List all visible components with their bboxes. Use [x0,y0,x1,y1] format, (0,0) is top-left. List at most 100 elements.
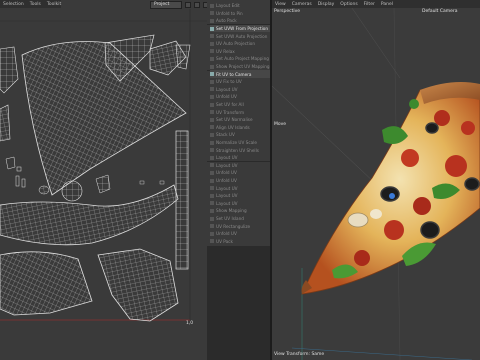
tools-menu-item-label: Unfold UV [216,170,237,176]
viewport-menu-item[interactable]: Panel [381,2,393,7]
tool-icon [210,110,214,115]
tool-icon [210,216,214,221]
tools-menu-item-label: Layout UV [216,162,238,168]
tools-menu-item[interactable]: Normalize UV Scale [210,139,270,147]
3d-viewport-panel[interactable]: View Cameras Display Options Filter Panel [272,0,480,360]
tools-menu-item-label: Set UV for All [216,102,244,108]
tools-menu-item[interactable]: UV Relax [210,48,270,56]
tools-menu-item[interactable]: Set UV Island [210,215,270,223]
viewport-menu-item[interactable]: Filter [364,2,375,7]
viewport-menu-item[interactable]: Display [318,2,335,7]
tool-icon [210,87,214,92]
tools-menu-item[interactable]: Set UVW Auto Projection [210,32,270,40]
tools-menu-item[interactable]: Unfold UV [210,93,270,101]
tool-icon [210,231,214,236]
tools-menu-item-label: Layout UV [216,86,238,92]
tool-icon [210,125,214,130]
tool-icon [210,163,214,168]
viewport-camera-label[interactable]: Default Camera [422,9,458,14]
tools-menu-item[interactable]: UV Auto Projection [210,40,270,48]
uv-island-crust-strip[interactable] [104,34,191,82]
tool-icon [210,26,214,31]
tools-menu-item-label: Show Project UV Mapping [216,64,270,70]
viewport-menu-item[interactable]: View [275,2,286,7]
uv-view-select[interactable]: Project [150,1,182,9]
tools-menu-item-label: UV Fix to UV [216,79,242,85]
tools-menu-item[interactable]: Set UV for All [210,101,270,109]
uv-menu-item[interactable]: Tools [30,2,41,7]
tools-menu-item[interactable]: UV Fix to UV [210,78,270,86]
tools-menu-item-label: Unfold UV [216,94,237,100]
viewport-canvas[interactable] [272,8,480,360]
pizza-slice-model[interactable] [301,82,480,295]
viewport-menu-item[interactable]: Cameras [292,2,312,7]
tools-menu-item-label: Auto Pack [216,18,237,24]
tools-menu-item[interactable]: Straighten UV Shells [210,146,270,154]
tools-menu-item-label: Straighten UV Shells [216,147,259,153]
uv-coordinate-readout: 1,0 [186,321,194,326]
tools-menu-item-label: UV Rectangulize [216,223,251,229]
tools-menu-item-label: UV Transform [216,109,245,115]
uv-menu-item[interactable]: Toolkit [47,2,61,7]
tool-icon [210,3,214,8]
tools-menu-item[interactable]: UV Transform [210,108,270,116]
tools-menu-item[interactable]: Layout UV [210,86,270,94]
tools-menu-item-label: Set UV Normalise [216,117,253,123]
tools-menu-item-label: Unfold UV [216,178,237,184]
uv-canvas[interactable] [0,9,207,360]
uv-island-crust-band[interactable] [0,184,179,246]
tool-icon [210,72,214,77]
tools-menu-item-label: Set UV Island [216,216,244,222]
tool-icon [210,102,214,107]
uv-menu-item[interactable]: Selection [3,2,24,7]
tools-menu-item-label: UV Relax [216,48,235,54]
uv-island-bottom-mid[interactable] [97,248,179,322]
viewport-menu-item[interactable]: Options [340,2,357,7]
tool-icon [210,117,214,122]
tool-icon [210,79,214,84]
tools-menu-item[interactable]: Layout Edit [210,2,270,10]
tools-menu-item-label: Normalize UV Scale [216,140,257,146]
tools-menu-item[interactable]: UV Pack [210,238,270,246]
tools-menu-item[interactable]: Unfold to Pin [210,10,270,18]
tools-menu-item[interactable]: Unfold UV [210,169,270,177]
uv-island-bottom-left[interactable] [0,251,93,316]
tools-menu-item-label: Layout UV [216,155,238,161]
tools-menu-item[interactable]: Align UV Islands [210,124,270,132]
tools-menu-item-label: Layout Edit [216,3,240,9]
tools-menu-item[interactable]: Layout UV [210,184,270,192]
tool-icon [210,94,214,99]
tools-menu-item[interactable]: Show Mapping [210,207,270,215]
tool-icon [210,34,214,39]
tools-menu-item[interactable]: Set UV Normalise [210,116,270,124]
tool-icon [210,64,214,69]
tools-menu-item[interactable]: Set UVW From Projection [210,24,270,33]
tools-menu-item[interactable]: Unfold UV [210,230,270,238]
tools-menu-item[interactable]: Fit UV to Camera [210,70,270,78]
tools-menu-item[interactable]: Unfold UV [210,177,270,185]
tool-icon [210,18,214,23]
tools-menu-item-label: Show Mapping [216,208,247,214]
tool-icon [210,201,214,206]
uv-grid-toggle-icon[interactable] [185,2,191,8]
tool-icon [210,239,214,244]
tools-menu-item[interactable]: Set Auto Project Mapping [210,55,270,63]
tools-menu-item[interactable]: UV Rectangulize [210,222,270,230]
tools-menu-item-label: UV Pack [216,238,233,244]
tools-menu-item[interactable]: Layout UV [210,200,270,208]
tool-icon [210,41,214,46]
tools-menu-item[interactable]: Stack UV [210,131,270,139]
tools-menu-item-label: Fit UV to Camera [216,71,252,77]
tools-menu-empty-area [207,246,270,360]
uv-island-vertical-strip[interactable] [175,130,189,270]
tools-menu-item-label: Set UVW Auto Projection [216,33,268,39]
uv-island-left-shards[interactable] [0,46,19,142]
tools-menu-item-label: Stack UV [216,132,235,138]
tools-menu-item[interactable]: Layout UV [210,162,270,170]
uv-toolbar: Project [150,1,207,9]
tools-menu-item[interactable]: Layout UV [210,192,270,200]
tool-icon [210,186,214,191]
viewport-transform-label: View Transform: Same [274,352,325,357]
uv-editor-panel[interactable]: Selection Tools Toolkit Project 1,0 [0,0,207,360]
uv-snap-icon[interactable] [194,2,200,8]
